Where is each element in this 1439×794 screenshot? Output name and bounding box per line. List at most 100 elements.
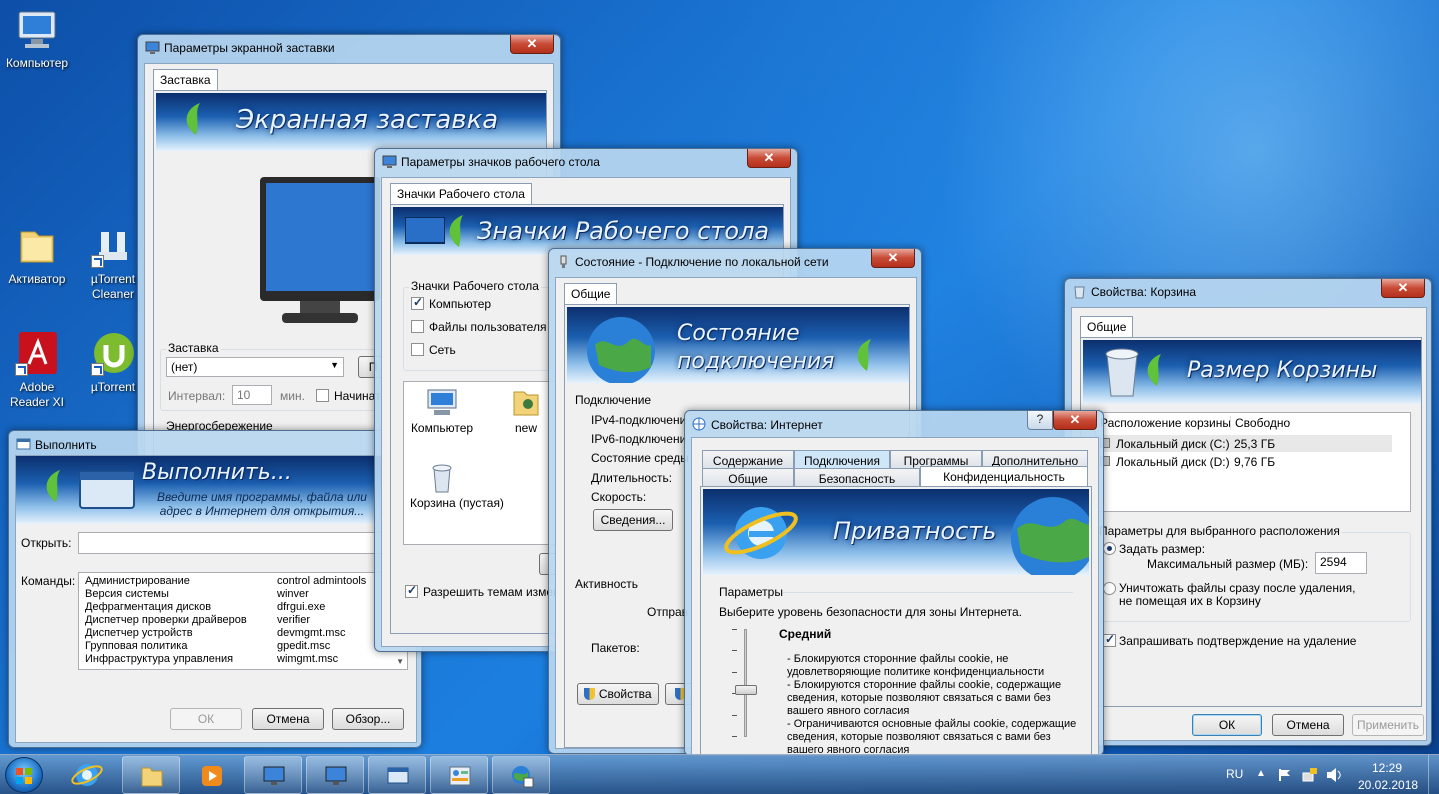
table-row[interactable]: Локальный диск (C:) 25,3 ГБ [1096,435,1392,452]
tab-content[interactable]: Содержание [702,450,794,468]
ok-button[interactable]: ОК [170,708,242,730]
checkbox-user-files[interactable] [411,320,424,333]
titlebar[interactable]: Параметры значков рабочего стола ✕ [375,149,797,177]
titlebar[interactable]: Параметры экранной заставки ✕ [138,35,560,63]
taskbar-explorer[interactable] [122,756,180,794]
commands-list[interactable]: Администрирование control admintools Верси… [78,572,408,670]
list-item[interactable]: Версия системы winver [79,588,399,601]
delete-now-radio[interactable] [1103,582,1116,595]
internet-properties-window[interactable]: Свойства: Интернет ? ✕ Содержание Подклю… [684,410,1104,756]
clock-time[interactable]: 12:29 [1372,761,1402,775]
preview-new[interactable]: new [498,388,554,435]
screensaver-select[interactable]: (нет) ▼ [166,357,344,377]
tab-connections[interactable]: Подключения [794,450,890,468]
clock-date[interactable]: 20.02.2018 [1358,778,1418,792]
browse-button[interactable]: Обзор... [332,708,404,730]
command-name: Групповая политика [85,640,188,652]
drive-free: 9,76 ГБ [1234,455,1276,469]
confirm-delete-checkbox[interactable] [1103,632,1116,647]
language-indicator[interactable]: RU [1226,767,1243,781]
command-value: dfrgui.exe [277,601,326,613]
window-title: Параметры экранной заставки [164,41,335,55]
apply-button[interactable]: Применить [1352,714,1424,736]
display-icon [145,41,160,55]
titlebar[interactable]: Состояние - Подключение по локальной сет… [549,249,921,277]
close-button[interactable]: ✕ [1053,411,1097,430]
taskbar-network[interactable] [492,756,550,794]
checkbox-network[interactable] [411,343,424,356]
allow-themes-checkbox[interactable] [405,583,418,598]
window-title: Выполнить [35,438,97,452]
tab-general[interactable]: Общие [702,468,794,486]
privacy-slider[interactable] [731,629,761,737]
max-size-input[interactable]: 2594 [1315,552,1367,574]
tab-general[interactable]: Общие [564,283,618,304]
taskbar-media-player[interactable] [182,756,240,794]
properties-button[interactable]: Свойства [577,683,659,705]
close-button[interactable]: ✕ [1381,279,1425,298]
start-button[interactable] [5,757,43,793]
tab-desktop-icons[interactable]: Значки Рабочего стола [390,183,532,204]
taskbar-control-panel[interactable] [430,756,488,794]
window-client: Содержание Подключения Программы Дополни… [691,437,1099,756]
volume-icon[interactable] [1326,767,1342,786]
custom-size-radio[interactable] [1103,542,1116,555]
tab-general[interactable]: Общие [1080,316,1134,337]
ok-button[interactable]: ОК [1192,714,1262,736]
details-button[interactable]: Сведения... [593,509,673,531]
header-free[interactable]: Свободно [1230,416,1290,430]
desktop-icon-adobe-reader[interactable]: Adobe Reader XI [0,332,74,410]
preview-recycle-bin[interactable]: Корзина (пустая) [410,462,504,510]
desktop-icon-computer[interactable]: Компьютер [0,8,74,71]
leaf-icon [1137,350,1177,390]
taskbar-screensaver[interactable] [244,756,302,794]
tab-security[interactable]: Безопасность [794,468,920,486]
globe-icon [585,315,661,383]
open-input[interactable] [78,532,408,554]
cancel-button[interactable]: Отмена [252,708,324,730]
list-item[interactable]: Администрирование control admintools [79,575,399,588]
interval-input[interactable]: 10 [232,385,272,405]
list-item[interactable]: Диспетчер проверки драйверов verifier [79,614,399,627]
slider-thumb[interactable] [735,685,757,695]
run-window[interactable]: Выполнить Выполнить... Введите имя прогр… [8,430,422,748]
titlebar[interactable]: Свойства: Корзина ✕ [1065,279,1431,307]
table-row[interactable]: Локальный диск (D:) 9,76 ГБ [1096,453,1392,470]
header-location[interactable]: Расположение корзины [1100,416,1231,430]
command-name: Инфраструктура управления [85,653,234,665]
taskbar-run[interactable] [368,756,426,794]
taskbar-desktop-icons[interactable] [306,756,364,794]
titlebar[interactable]: Свойства: Интернет ? ✕ [685,411,1103,439]
preview-computer[interactable]: Компьютер [410,388,474,435]
selected-value: (нет) [171,360,198,374]
tab-screensaver[interactable]: Заставка [153,69,218,90]
close-button[interactable]: ✕ [871,249,915,268]
internet-explorer-icon[interactable] [70,760,104,790]
list-item[interactable]: Инфраструктура управления wimgmt.msc [79,653,399,666]
list-item[interactable]: Дефрагментация дисков dfrgui.exe [79,601,399,614]
display-settings-icon [324,764,348,788]
group-label: Значки Рабочего стола [409,279,541,293]
show-desktop-button[interactable] [1428,755,1439,794]
action-center-icon[interactable] [1278,768,1292,785]
open-label: Открыть: [21,536,72,550]
help-button[interactable]: ? [1027,411,1053,430]
network-tray-icon[interactable] [1302,767,1318,786]
list-item[interactable]: Групповая политика gpedit.msc [79,640,399,653]
desktop-icon-activator[interactable]: Активатор [0,224,74,287]
list-item[interactable]: Диспетчер устройств devmgmt.msc [79,627,399,640]
scroll-down-icon[interactable]: ▼ [396,657,404,666]
cancel-button[interactable]: Отмена [1272,714,1344,736]
interval-unit: мин. [280,389,305,403]
network-banner: Состояние подключения [567,307,909,383]
command-name: Версия системы [85,588,169,600]
show-hidden-icons-icon[interactable]: ▲ [1256,768,1266,779]
recycle-bin-window[interactable]: Свойства: Корзина ✕ Общие Размер Корзины… [1064,278,1432,746]
close-button[interactable]: ✕ [510,35,554,54]
checkbox-computer[interactable] [411,295,424,310]
locations-table[interactable]: Расположение корзины Свободно Локальный … [1095,412,1411,512]
resume-checkbox[interactable] [316,389,329,402]
privacy-banner: Приватность [703,489,1089,575]
tab-privacy[interactable]: Конфиденциальность [920,466,1088,487]
close-button[interactable]: ✕ [747,149,791,168]
